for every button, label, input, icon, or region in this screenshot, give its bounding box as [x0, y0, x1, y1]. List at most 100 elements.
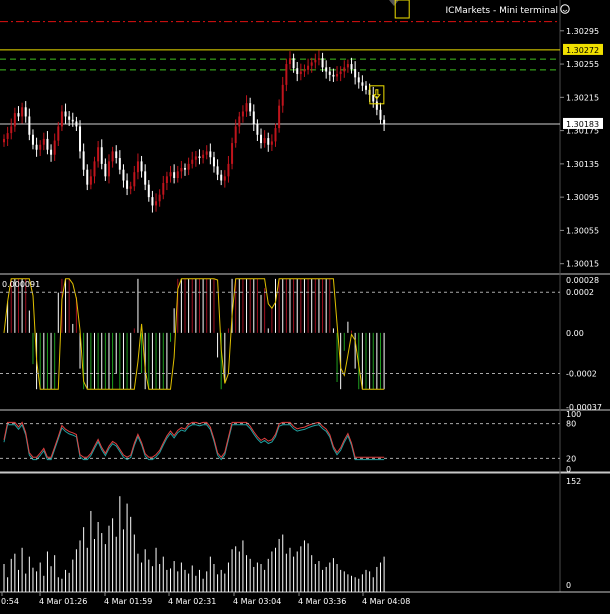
candle-body [205, 151, 208, 155]
candle-body [281, 84, 284, 106]
candle-body [86, 169, 89, 185]
macd-axis-label: 0.00028 [566, 276, 599, 285]
candle-body [346, 64, 349, 68]
candle-body [180, 168, 183, 172]
candle-body [31, 134, 34, 145]
candle-body [151, 197, 154, 206]
candle-body [361, 82, 364, 86]
chart-window[interactable]: ICMarkets - Mini terminal 1.30295 1.30255 1… [0, 0, 610, 610]
price-label: 1.30135 [566, 160, 599, 169]
candle-body [13, 113, 16, 127]
candle-body [147, 184, 150, 198]
scroll-marker[interactable] [389, 0, 399, 6]
candle-body [169, 172, 172, 177]
candle-body [336, 74, 339, 77]
candle-body [21, 107, 24, 117]
candle-body [296, 68, 299, 75]
candle-body [191, 159, 194, 164]
candle-body [93, 161, 96, 177]
candle-body [332, 74, 335, 77]
candle-body [144, 171, 147, 185]
trading-chart[interactable]: ICMarkets - Mini terminal 1.30295 1.30255 1… [0, 0, 610, 610]
window-title: ICMarkets - Mini terminal [446, 6, 558, 16]
time-axis-label: 4 Mar 02:31 [168, 597, 216, 606]
candle-body [35, 144, 38, 150]
stoch-axis-label: 0 [566, 465, 571, 474]
price-label: 1.30015 [566, 260, 599, 269]
candle-body [241, 111, 244, 117]
candle-body [231, 143, 234, 164]
candle-body [133, 172, 136, 187]
candle-body [100, 147, 103, 164]
price-label: 1.30295 [566, 27, 599, 36]
current-price-label: 1.30183 [566, 120, 599, 129]
candle-body [111, 151, 114, 162]
candle-body [187, 163, 190, 170]
candle-body [53, 140, 56, 155]
candle-body [17, 113, 20, 117]
candle-body [158, 194, 161, 202]
candle-body [64, 111, 67, 117]
stoch-axis-label: 20 [566, 454, 576, 463]
candle-body [136, 161, 139, 173]
candle-body [68, 116, 71, 120]
candle-body [267, 138, 270, 145]
macd-value-label: 0.000091 [2, 280, 40, 289]
candle-body [292, 58, 295, 69]
candle-body [97, 147, 100, 162]
candle-body [165, 176, 168, 184]
candle-body [202, 154, 205, 159]
candle-body [238, 116, 241, 127]
candle-body [227, 163, 230, 177]
candle-body [10, 126, 13, 134]
candle-body [328, 71, 331, 75]
candle-body [252, 111, 255, 124]
candle-body [375, 101, 378, 110]
smiley-mouth [562, 9, 568, 12]
candle-body [39, 144, 42, 150]
candle-body [357, 77, 360, 83]
volume-axis-label: 0 [566, 581, 571, 590]
candle-body [198, 156, 201, 159]
candle-body [260, 134, 263, 144]
buy-arrow-icon-box[interactable] [394, 0, 410, 19]
candle-body [212, 157, 215, 167]
candle-body [140, 161, 143, 172]
candle-body [317, 58, 320, 60]
candle-body [173, 172, 176, 179]
candle-body [274, 128, 277, 142]
candle-body [75, 121, 78, 127]
candle-body [234, 126, 237, 144]
candle-body [365, 85, 367, 90]
macd-axis-label: -0.0002 [566, 369, 597, 378]
candle-body [270, 141, 273, 145]
candle-body [263, 138, 266, 144]
candle-body [299, 71, 302, 75]
price-label: 1.30255 [566, 60, 599, 69]
macd-axis-label: 0.0002 [566, 288, 594, 297]
macd-axis-label: 0.00 [566, 329, 584, 338]
candle-body [82, 151, 85, 170]
candle-body [194, 156, 197, 160]
candle-body [310, 62, 313, 66]
candle-body [245, 103, 248, 112]
volume-axis-label: 152 [566, 477, 581, 486]
smiley-icon[interactable] [560, 4, 570, 14]
candle-body [314, 59, 317, 63]
candle-body [3, 138, 5, 143]
time-axis-label: 4 Mar 04:08 [362, 597, 410, 606]
candle-body [126, 180, 129, 189]
price-label: 1.30055 [566, 226, 599, 235]
candle-body [155, 201, 158, 206]
stoch-main-line [3, 421, 385, 459]
candle-body [176, 171, 179, 179]
time-axis-label: 4 Mar 03:36 [298, 597, 346, 606]
candle-body [372, 94, 375, 102]
candle-body [42, 138, 45, 145]
candle-body [162, 183, 165, 195]
candle-body [354, 69, 357, 78]
stoch-axis-label: 100 [566, 410, 581, 419]
candle-body [278, 105, 281, 129]
time-axis-label: 4 Mar 01:59 [104, 597, 152, 606]
time-axis-label: 0:54 [1, 597, 19, 606]
